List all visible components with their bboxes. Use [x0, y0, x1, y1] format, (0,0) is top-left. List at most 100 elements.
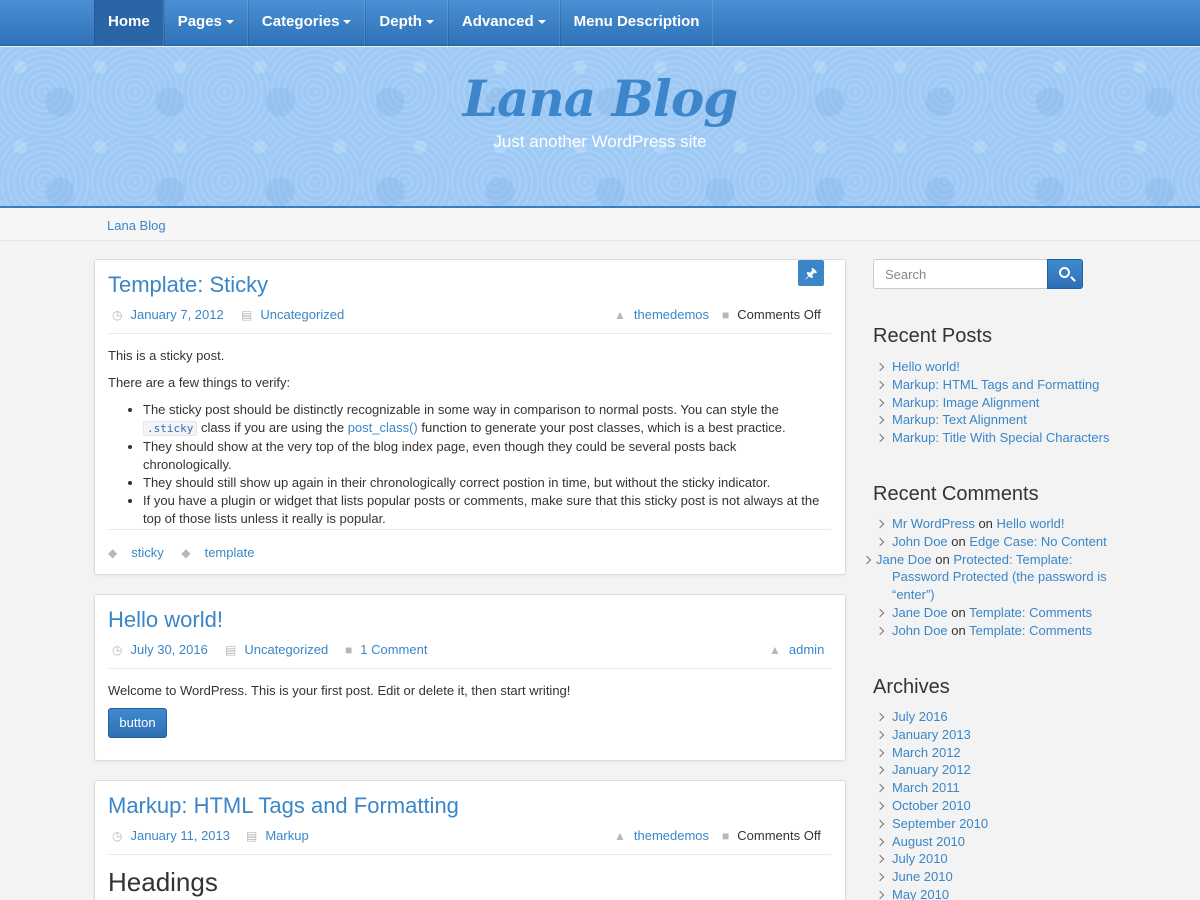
nav-menu-description[interactable]: Menu Description — [559, 0, 714, 46]
search-input[interactable] — [873, 259, 1048, 289]
post-meta: ◷ January 7, 2012 ▤ Uncategorized ▲ themede… — [108, 307, 831, 327]
archive-link[interactable]: January 2013 — [892, 727, 971, 742]
post-date-link[interactable]: January 11, 2013 — [130, 828, 230, 843]
post-date: ◷ January 7, 2012 — [112, 307, 224, 322]
recent-post-link[interactable]: Markup: HTML Tags and Formatting — [892, 377, 1099, 392]
nav-categories[interactable]: Categories — [247, 0, 366, 46]
post-meta: ◷ July 30, 2016 ▤ Uncategorized ■ 1 Comment… — [108, 642, 831, 662]
post-title[interactable]: Hello world! — [108, 607, 223, 633]
post-card-markup: Markup: HTML Tags and Formatting ◷ Januar… — [94, 780, 846, 900]
post-title[interactable]: Markup: HTML Tags and Formatting — [108, 793, 459, 819]
on-text: on — [978, 516, 993, 531]
comment-author-link[interactable]: John Doe — [892, 623, 948, 638]
site-title[interactable]: Lana Blog — [0, 69, 1200, 128]
list-item: Markup: HTML Tags and Formatting — [876, 376, 1116, 394]
tag-link-sticky[interactable]: sticky — [131, 545, 164, 560]
post-date-link[interactable]: January 7, 2012 — [130, 307, 223, 322]
tag-link-template[interactable]: template — [205, 545, 255, 560]
recent-post-link[interactable]: Markup: Image Alignment — [892, 395, 1039, 410]
post-author: ▲ themedemos — [614, 828, 709, 843]
post-category-link[interactable]: Uncategorized — [244, 642, 328, 657]
post-author-link[interactable]: admin — [789, 642, 824, 657]
post-card-hello: Hello world! ◷ July 30, 2016 ▤ Uncategoriz… — [94, 594, 846, 761]
user-icon: ▲ — [614, 829, 626, 843]
recent-comments-list: Mr WordPress on Hello world! John Doe on… — [876, 515, 1108, 640]
comment-post-link[interactable]: Template: Comments — [969, 623, 1092, 638]
list-item: January 2012 — [876, 761, 1116, 779]
search-form — [873, 259, 1083, 289]
comment-post-link[interactable]: Edge Case: No Content — [969, 534, 1106, 549]
post-comments-label: Comments Off — [737, 307, 821, 322]
recent-post-link[interactable]: Hello world! — [892, 359, 960, 374]
divider — [108, 333, 831, 334]
post-content: This is a sticky post. There are a few t… — [108, 347, 827, 528]
comment-post-link[interactable]: Hello world! — [997, 516, 1065, 531]
recent-posts-list: Hello world! Markup: HTML Tags and Forma… — [876, 358, 1116, 447]
divider — [108, 854, 831, 855]
post-date-link[interactable]: July 30, 2016 — [130, 642, 207, 657]
post-title[interactable]: Template: Sticky — [108, 272, 268, 298]
post-category-link[interactable]: Uncategorized — [260, 307, 344, 322]
post-category: ▤ Markup — [246, 828, 309, 843]
post-class-link[interactable]: post_class() — [348, 420, 418, 435]
folder-icon: ▤ — [241, 308, 253, 322]
list-item: Mr WordPress on Hello world! — [876, 515, 1108, 533]
on-text: on — [935, 551, 950, 567]
archive-link[interactable]: August 2010 — [892, 834, 965, 849]
recent-post-link[interactable]: Markup: Text Alignment — [892, 412, 1027, 427]
comment-icon: ■ — [722, 829, 730, 843]
comment-author-link[interactable]: Jane Doe — [876, 552, 932, 567]
sample-button[interactable]: button — [108, 708, 167, 738]
breadcrumb-home-link[interactable]: Lana Blog — [107, 218, 166, 233]
caret-down-icon — [425, 20, 434, 25]
post-author-link[interactable]: themedemos — [634, 828, 709, 843]
list-item: John Doe on Template: Comments — [876, 622, 1108, 640]
list-item: John Doe on Edge Case: No Content — [876, 533, 1108, 551]
post-paragraph: This is a sticky post. — [108, 348, 225, 363]
nav-depth[interactable]: Depth — [365, 0, 448, 46]
nav-pages[interactable]: Pages — [163, 0, 248, 46]
comment-post-link[interactable]: Template: Comments — [969, 605, 1092, 620]
list-item: Markup: Text Alignment — [876, 411, 1116, 429]
search-button[interactable] — [1047, 259, 1083, 289]
comment-icon: ■ — [345, 643, 353, 657]
clock-icon: ◷ — [112, 308, 123, 322]
list-item: August 2010 — [876, 833, 1116, 851]
post-category-link[interactable]: Markup — [265, 828, 308, 843]
archive-link[interactable]: July 2010 — [892, 851, 948, 866]
recent-post-link[interactable]: Markup: Title With Special Characters — [892, 430, 1109, 445]
archive-link[interactable]: March 2012 — [892, 745, 961, 760]
nav-advanced[interactable]: Advanced — [447, 0, 560, 46]
nav-home[interactable]: Home — [94, 0, 164, 46]
folder-icon: ▤ — [246, 829, 258, 843]
top-navbar: Home Pages Categories Depth Advanced Men… — [0, 0, 1200, 46]
archive-link[interactable]: October 2010 — [892, 798, 971, 813]
archive-link[interactable]: June 2010 — [892, 869, 953, 884]
tag-item: ◆ sticky — [108, 545, 164, 560]
list-item: July 2010 — [876, 850, 1116, 868]
text-run: class if you are using the — [200, 420, 345, 435]
on-text: on — [951, 533, 966, 549]
list-item: September 2010 — [876, 815, 1116, 833]
search-icon — [1059, 267, 1070, 278]
post-author: ▲ themedemos — [614, 307, 709, 322]
archive-link[interactable]: September 2010 — [892, 816, 988, 831]
text-run: function to generate your post classes, … — [421, 420, 786, 435]
list-item: Jane Doe on Template: Comments — [876, 604, 1108, 622]
post-comments: ■ 1 Comment — [345, 642, 427, 657]
post-comments-link[interactable]: 1 Comment — [360, 642, 427, 657]
archive-link[interactable]: March 2011 — [892, 780, 960, 795]
post-category: ▤ Uncategorized — [225, 642, 328, 657]
comment-author-link[interactable]: Mr WordPress — [892, 516, 975, 531]
archive-link[interactable]: July 2016 — [892, 709, 948, 724]
archive-link[interactable]: May 2010 — [892, 887, 949, 900]
comment-author-link[interactable]: John Doe — [892, 534, 948, 549]
user-icon: ▲ — [614, 308, 626, 322]
archive-link[interactable]: January 2012 — [892, 762, 971, 777]
comment-author-link[interactable]: Jane Doe — [892, 605, 948, 620]
post-date: ◷ January 11, 2013 — [112, 828, 230, 843]
user-icon: ▲ — [769, 643, 781, 657]
list-item: May 2010 — [876, 886, 1116, 900]
post-author-link[interactable]: themedemos — [634, 307, 709, 322]
breadcrumb: Lana Blog — [0, 209, 1200, 241]
